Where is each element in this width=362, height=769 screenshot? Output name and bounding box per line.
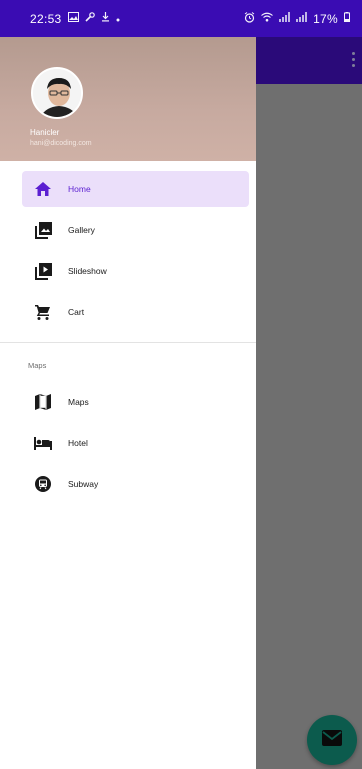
overflow-menu-icon[interactable] xyxy=(352,52,356,67)
map-icon xyxy=(34,393,52,411)
home-icon xyxy=(34,180,52,198)
subway-icon xyxy=(34,475,52,493)
drawer-item-hotel[interactable]: Hotel xyxy=(22,425,249,461)
drawer-item-label: Slideshow xyxy=(68,266,107,276)
slideshow-icon xyxy=(34,262,52,280)
hotel-icon xyxy=(34,434,52,452)
wrench-icon xyxy=(84,12,95,25)
mail-icon xyxy=(322,729,342,751)
drawer-menu: Home Gallery Slideshow Cart Maps Maps Ho… xyxy=(0,161,256,502)
download-icon xyxy=(101,12,110,25)
drawer-item-cart[interactable]: Cart xyxy=(22,294,249,330)
email-fab-button[interactable] xyxy=(307,715,357,765)
signal-icon xyxy=(296,12,308,25)
drawer-item-home[interactable]: Home xyxy=(22,171,249,207)
drawer-item-label: Gallery xyxy=(68,225,95,235)
app-bar xyxy=(256,37,362,84)
user-email: hani@dicoding.com xyxy=(30,140,92,147)
status-bar: 22:53 17% xyxy=(0,0,362,37)
image-icon xyxy=(67,12,79,25)
drawer-item-maps[interactable]: Maps xyxy=(22,384,249,420)
battery-percentage: 17% xyxy=(313,11,338,26)
drawer-item-gallery[interactable]: Gallery xyxy=(22,212,249,248)
wifi-icon xyxy=(261,12,273,25)
cart-icon xyxy=(34,303,52,321)
dot-icon xyxy=(116,13,120,25)
drawer-item-label: Maps xyxy=(68,397,89,407)
drawer-item-label: Home xyxy=(68,184,91,194)
user-name: Hanicler xyxy=(30,128,60,137)
divider xyxy=(0,342,256,343)
status-time: 22:53 xyxy=(30,11,62,26)
drawer-item-label: Subway xyxy=(68,479,99,489)
drawer-scrim[interactable] xyxy=(256,84,362,769)
alarm-icon xyxy=(244,11,255,26)
drawer-item-label: Hotel xyxy=(68,438,88,448)
drawer-header: Hanicler hani@dicoding.com xyxy=(0,37,256,161)
drawer-item-label: Cart xyxy=(68,307,85,317)
gallery-icon xyxy=(34,221,52,239)
section-title: Maps xyxy=(28,361,47,370)
drawer-item-subway[interactable]: Subway xyxy=(22,466,249,502)
battery-icon xyxy=(344,12,350,25)
signal-icon xyxy=(279,12,291,25)
avatar[interactable] xyxy=(31,67,83,119)
navigation-drawer: Hanicler hani@dicoding.com Home Gallery … xyxy=(0,37,256,769)
drawer-item-slideshow[interactable]: Slideshow xyxy=(22,253,249,289)
